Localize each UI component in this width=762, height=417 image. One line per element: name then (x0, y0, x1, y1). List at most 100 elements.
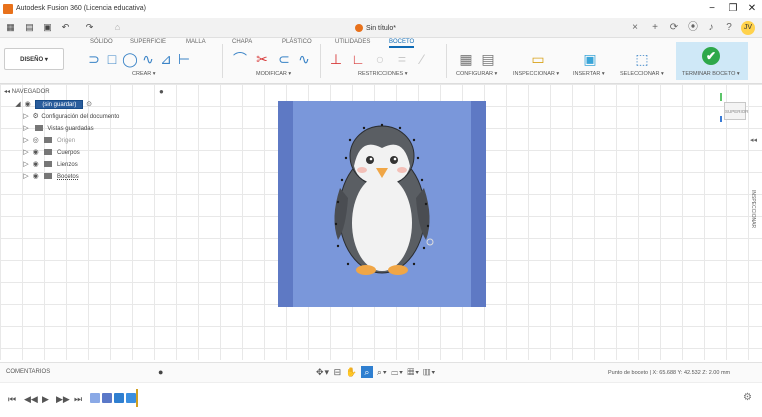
modify-menu[interactable]: MODIFICAR ▾ (256, 71, 291, 77)
comments-panel-title[interactable]: COMENTARIOS (6, 369, 50, 375)
mirror-tool-icon[interactable]: ⊿ (158, 51, 174, 67)
tangent-constraint-icon[interactable]: ○ (372, 51, 388, 67)
select-tool-icon[interactable]: ⬚ (634, 51, 650, 67)
expand-icon[interactable]: ▷ (22, 148, 30, 158)
close-tab-icon[interactable]: × (628, 21, 642, 35)
configure-menu[interactable]: CONFIGURAR ▾ (456, 71, 497, 77)
dimension-tool-icon[interactable]: ⊢ (176, 51, 192, 67)
circle-tool-icon[interactable]: ◯ (122, 51, 138, 67)
fit-icon[interactable]: ⌕▾ (377, 367, 388, 377)
offset-tool-icon[interactable]: ⊂ (276, 51, 292, 67)
tab-mesh[interactable]: MALLA (186, 39, 206, 45)
job-status-icon[interactable]: ⦿ (686, 21, 700, 35)
tab-plastic[interactable]: PLÁSTICO (282, 39, 312, 45)
viewports-icon[interactable]: ▥▾ (424, 367, 437, 377)
inspect-menu[interactable]: INSPECCIONAR ▾ (513, 71, 559, 77)
tab-solid[interactable]: SÓLIDO (90, 39, 113, 45)
insert-menu[interactable]: INSERTAR ▾ (573, 71, 605, 77)
pin-icon[interactable]: ● (159, 87, 164, 96)
step-forward-icon[interactable]: ▶▶ (56, 394, 70, 405)
timeline-settings-gear-icon[interactable]: ⚙ (743, 392, 752, 403)
expand-icon[interactable]: ▷ (22, 172, 30, 182)
grid-settings-icon[interactable]: ▦▾ (407, 367, 420, 377)
close-button[interactable]: ✕ (745, 2, 759, 16)
maximize-button[interactable]: ❐ (726, 2, 740, 16)
root-component-label[interactable]: (sin guardar) (35, 100, 84, 109)
data-panel-grid-icon[interactable]: ▦ (5, 22, 16, 33)
activate-icon[interactable]: ⊙ (85, 100, 93, 110)
user-avatar[interactable]: JV (741, 21, 755, 35)
expand-icon[interactable]: ▷ (22, 136, 30, 146)
help-icon[interactable]: ? (722, 21, 736, 35)
parallel-constraint-icon[interactable]: ⁄ (414, 51, 430, 67)
line-tool-icon[interactable]: ⊃ (86, 51, 102, 67)
viewcube-top-face[interactable]: SUPERIOR (724, 102, 749, 120)
collinear-constraint-icon[interactable]: ∟ (350, 51, 366, 67)
notification-icon[interactable]: ♪ (704, 21, 718, 35)
expand-icon[interactable]: ▷ (22, 112, 30, 122)
timeline-feature-sketch[interactable] (102, 393, 112, 403)
file-menu-icon[interactable]: ▤ (24, 22, 35, 33)
save-icon[interactable]: ▣ (42, 22, 53, 33)
trim-tool-icon[interactable]: ✂ (254, 51, 270, 67)
rectangle-tool-icon[interactable]: □ (104, 51, 120, 67)
document-tab[interactable]: Sin título* (355, 21, 396, 36)
step-back-icon[interactable]: ◀◀ (24, 394, 38, 405)
browser-item-document-settings[interactable]: ▷ ⚙ Configuración del documento (22, 112, 119, 122)
zoom-icon[interactable]: ⌕ (361, 366, 374, 378)
browser-item-sketches[interactable]: ▷ ◉ Bocetos (22, 172, 78, 182)
tab-sheet-metal[interactable]: CHAPA (232, 39, 252, 45)
browser-root-row[interactable]: ◢ ◉ (sin guardar) ⊙ (14, 100, 93, 110)
finish-sketch-check-icon[interactable]: ✔ (702, 47, 720, 65)
new-tab-icon[interactable]: + (648, 21, 662, 35)
tab-utilities[interactable]: UTILIDADES (335, 39, 370, 45)
configure-table-icon[interactable]: ▦ (458, 51, 474, 67)
sync-icon[interactable]: ⟳ (667, 21, 681, 35)
timeline-feature-sketch[interactable] (126, 393, 136, 403)
comments-pin-icon[interactable]: ● (158, 367, 163, 377)
select-menu[interactable]: SELECCIONAR ▾ (620, 71, 664, 77)
orbit-icon[interactable]: ✥▾ (316, 367, 330, 377)
timeline-feature-sketch[interactable] (90, 393, 100, 403)
create-menu[interactable]: CREAR ▾ (132, 71, 156, 77)
go-to-end-icon[interactable]: ⏭ (74, 394, 82, 405)
minimize-button[interactable]: − (705, 2, 719, 16)
timeline-marker[interactable] (136, 389, 138, 407)
inspect-side-panel-label[interactable]: INSPECCIONAR (746, 190, 756, 228)
browser-header[interactable]: ◂◂ NAVEGADOR ● (4, 87, 170, 98)
collapse-icon[interactable]: ◂◂ (4, 89, 12, 95)
spline-tool-icon[interactable]: ∿ (140, 51, 156, 67)
measure-tool-icon[interactable]: ▭ (530, 51, 546, 67)
timeline-feature-canvas[interactable] (114, 393, 124, 403)
visibility-off-icon[interactable]: ◎ (32, 136, 40, 146)
look-at-icon[interactable]: ⊟ (334, 367, 343, 377)
display-settings-icon[interactable]: ▭▾ (391, 367, 404, 377)
undo-icon[interactable]: ↶ (60, 22, 71, 33)
play-icon[interactable]: ▶ (42, 394, 49, 405)
expand-icon[interactable]: ▷ (22, 160, 30, 170)
coincident-constraint-icon[interactable]: ⊥ (328, 51, 344, 67)
workspace-switcher[interactable]: DISEÑO ▾ (4, 48, 64, 70)
fillet-tool-icon[interactable]: ⌒ (232, 51, 248, 67)
tab-surface[interactable]: SUPERFICIE (130, 39, 166, 45)
browser-item-saved-views[interactable]: ▷ Vistas guardadas (22, 124, 93, 134)
side-panel-expand-icon[interactable]: ◂◂ (750, 136, 757, 144)
insert-image-icon[interactable]: ▣ (582, 51, 598, 67)
browser-item-bodies[interactable]: ▷ ◉ Cuerpos (22, 148, 79, 158)
viewcube[interactable]: SUPERIOR (718, 93, 750, 126)
browser-item-origin[interactable]: ▷ ◎ Origen (22, 136, 75, 146)
redo-icon[interactable]: ↷ (84, 22, 95, 33)
go-to-start-icon[interactable]: ⏮ (8, 394, 16, 405)
pan-icon[interactable]: ✋ (346, 367, 358, 377)
visibility-icon[interactable]: ◉ (32, 160, 40, 170)
tab-sketch[interactable]: BOCETO (389, 39, 415, 48)
penguin-sketch[interactable] (324, 118, 440, 278)
browser-item-canvases[interactable]: ▷ ◉ Lienzos (22, 160, 77, 170)
constraints-menu[interactable]: RESTRICCIONES ▾ (358, 71, 408, 77)
configure-list-icon[interactable]: ▤ (480, 51, 496, 67)
visibility-icon[interactable]: ◉ (32, 148, 40, 158)
visibility-icon[interactable]: ◉ (24, 100, 32, 110)
visibility-icon[interactable]: ◉ (32, 172, 40, 182)
finish-sketch-menu[interactable]: TERMINAR BOCETO ▾ (682, 71, 740, 77)
extend-tool-icon[interactable]: ∿ (296, 51, 312, 67)
